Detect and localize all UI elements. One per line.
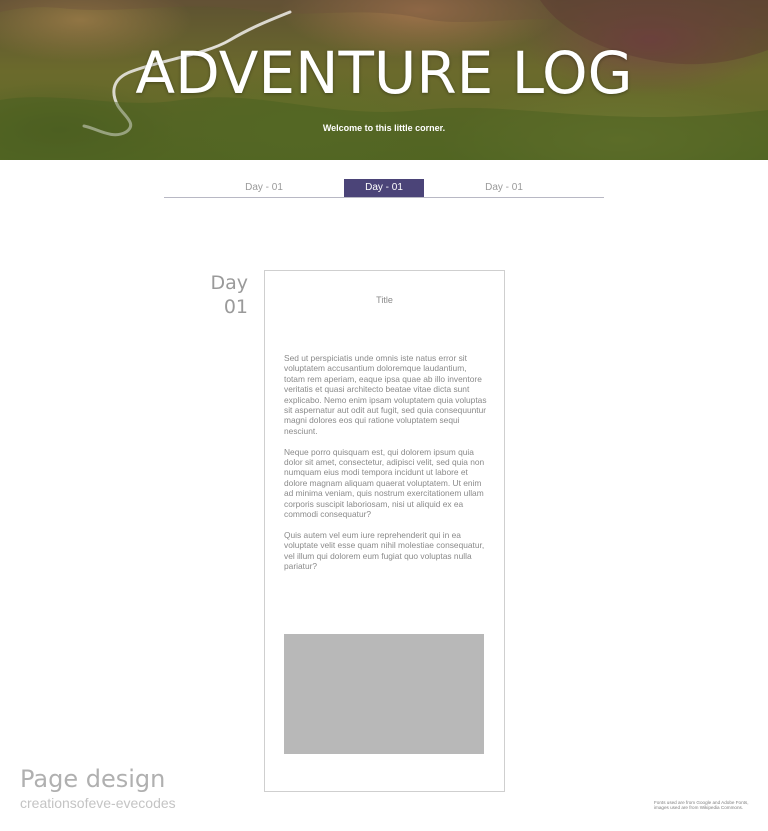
entry-paragraph: Quis autem vel eum iure reprehenderit qu…: [284, 529, 485, 572]
day-label: Day 01: [190, 271, 248, 319]
tab-day-1-active[interactable]: Day - 01: [344, 179, 424, 197]
entry-card: Title Sed ut perspiciatis unde omnis ist…: [264, 270, 505, 792]
entry-title: Title: [376, 295, 393, 305]
entry-paragraph: Sed ut perspiciatis unde omnis iste natu…: [284, 353, 487, 436]
day-word: Day: [210, 272, 248, 294]
page-subtitle: Welcome to this little corner.: [322, 123, 446, 133]
tab-day-1-alt[interactable]: Day - 01: [464, 179, 544, 197]
day-number: 01: [223, 296, 248, 318]
tab-day-1[interactable]: Day - 01: [224, 179, 304, 197]
footer-credit: creationsofeve-evecodes: [20, 795, 176, 811]
entry-paragraph: Neque porro quisquam est, qui dolorem ip…: [284, 446, 485, 520]
hero-banner: ADVENTURE LOG Welcome to this little cor…: [0, 0, 768, 160]
page-title: ADVENTURE LOG: [135, 39, 633, 107]
footer-attribution: Fonts used are from Google and Adobe Fon…: [654, 800, 749, 811]
day-tabs: Day - 01 Day - 01 Day - 01: [164, 179, 604, 198]
footer-title: Page design: [20, 765, 166, 793]
entry-body: Sed ut perspiciatis unde omnis iste natu…: [284, 353, 487, 582]
image-placeholder: [284, 634, 484, 754]
